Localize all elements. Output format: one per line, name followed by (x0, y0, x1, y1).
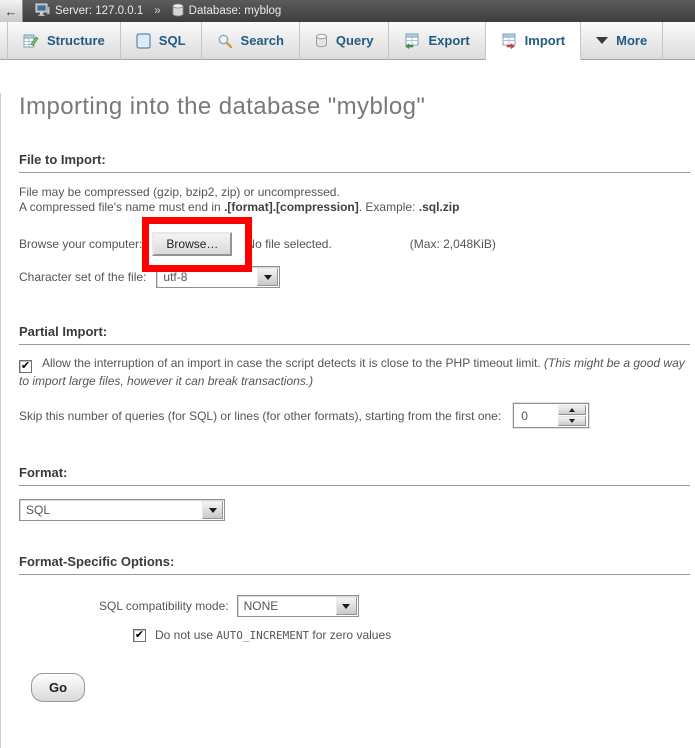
charset-select-value: utf-8 (157, 267, 256, 287)
line2-mid: . Example: (359, 200, 419, 214)
breadcrumb: Server: 127.0.0.1 » Database: myblog (35, 3, 281, 20)
format-row: SQL (19, 499, 690, 521)
browse-button[interactable]: Browse… (152, 232, 232, 256)
up-arrow-icon (569, 408, 575, 412)
autoinc-code: AUTO_INCREMENT (216, 629, 309, 642)
breadcrumb-server[interactable]: Server: 127.0.0.1 (55, 5, 143, 17)
line2-example: .sql.zip (419, 200, 460, 214)
tab-import[interactable]: Import (486, 22, 581, 60)
back-button[interactable]: ← (0, 0, 23, 22)
auto-increment-text: Do not use AUTO_INCREMENT for zero value… (155, 628, 391, 642)
database-icon (172, 3, 184, 20)
interrupt-checkbox[interactable]: ✔ (19, 360, 32, 373)
compression-info-line1: File may be compressed (gzip, bzip2, zip… (19, 185, 690, 200)
chevron-down-icon[interactable] (336, 597, 357, 615)
spinner-down-button[interactable] (558, 416, 586, 426)
tab-label: Search (241, 33, 284, 48)
format-select-value: SQL (20, 500, 201, 520)
sql-compatibility-select[interactable]: NONE (237, 595, 359, 617)
line2-prefix: A compressed file's name must end in (19, 200, 224, 214)
skip-queries-row: Skip this number of queries (for SQL) or… (19, 403, 690, 428)
sql-icon (136, 33, 151, 49)
line2-format-pattern: .[format].[compression] (224, 200, 359, 214)
spinner-buttons (558, 405, 586, 426)
section-heading-partial-import: Partial Import: (19, 324, 690, 345)
tab-label: More (616, 33, 647, 48)
auto-increment-checkbox[interactable]: ✔ (133, 629, 146, 642)
autoinc-suffix: for zero values (309, 628, 391, 642)
skip-label: Skip this number of queries (for SQL) or… (19, 409, 501, 423)
max-size-text: (Max: 2,048KiB) (410, 237, 496, 251)
go-button[interactable]: Go (31, 673, 85, 702)
section-heading-format: Format: (19, 465, 690, 486)
breadcrumb-separator: » (154, 5, 160, 17)
chevron-down-icon (596, 37, 608, 44)
tabbar-lead-spacer (0, 22, 7, 60)
tab-more[interactable]: More (581, 22, 663, 60)
interrupt-option: ✔ Allow the interruption of an import in … (19, 355, 690, 389)
section-heading-file-to-import: File to Import: (19, 152, 690, 173)
search-icon (217, 33, 233, 49)
charset-label: Character set of the file: (19, 270, 146, 284)
skip-value: 0 (514, 409, 558, 423)
tab-sql[interactable]: SQL (121, 22, 202, 60)
skip-number-input[interactable]: 0 (513, 403, 589, 428)
chevron-down-icon[interactable] (202, 501, 223, 519)
page-title: Importing into the database "myblog" (19, 93, 690, 121)
interrupt-text: Allow the interruption of an import in c… (42, 356, 544, 370)
import-icon (501, 33, 517, 49)
spinner-up-button[interactable] (558, 405, 586, 415)
section-heading-format-specific: Format-Specific Options: (19, 554, 690, 575)
query-icon (315, 33, 328, 48)
tab-structure[interactable]: Structure (7, 22, 121, 60)
charset-select[interactable]: utf-8 (156, 266, 280, 288)
charset-row: Character set of the file: utf-8 (19, 266, 690, 288)
chevron-down-icon[interactable] (257, 268, 278, 286)
tab-label: Export (428, 33, 469, 48)
auto-increment-row: ✔ Do not use AUTO_INCREMENT for zero val… (133, 628, 690, 642)
autoinc-prefix: Do not use (155, 628, 216, 642)
tab-label: Query (336, 33, 374, 48)
no-file-selected-text: No file selected. (246, 237, 331, 251)
browse-row: Browse your computer: Browse… No file se… (19, 231, 690, 257)
back-arrow-icon: ← (5, 4, 18, 19)
tab-search[interactable]: Search (202, 22, 300, 60)
down-arrow-icon (569, 419, 575, 423)
sql-compatibility-row: SQL compatibility mode: NONE (99, 595, 690, 617)
tab-label: Structure (47, 33, 105, 48)
tabbar-filler (663, 22, 695, 60)
export-icon (404, 33, 420, 49)
tab-query[interactable]: Query (300, 22, 390, 60)
sql-compatibility-value: NONE (238, 596, 335, 616)
tab-bar: Structure SQL Search Query Export Import… (0, 22, 695, 60)
structure-icon (23, 33, 39, 49)
tab-label: Import (525, 33, 565, 48)
import-page: Importing into the database "myblog" Fil… (0, 93, 695, 748)
breadcrumb-database[interactable]: Database: myblog (189, 5, 282, 17)
sql-compatibility-label: SQL compatibility mode: (99, 599, 229, 613)
format-select[interactable]: SQL (19, 499, 225, 521)
breadcrumb-bar: ← Server: 127.0.0.1 » Database: myblog (0, 0, 695, 22)
tab-label: SQL (159, 33, 186, 48)
server-icon (35, 3, 50, 20)
compression-info-line2: A compressed file's name must end in .[f… (19, 200, 690, 215)
tab-export[interactable]: Export (389, 22, 485, 60)
browse-label: Browse your computer: (19, 237, 142, 251)
